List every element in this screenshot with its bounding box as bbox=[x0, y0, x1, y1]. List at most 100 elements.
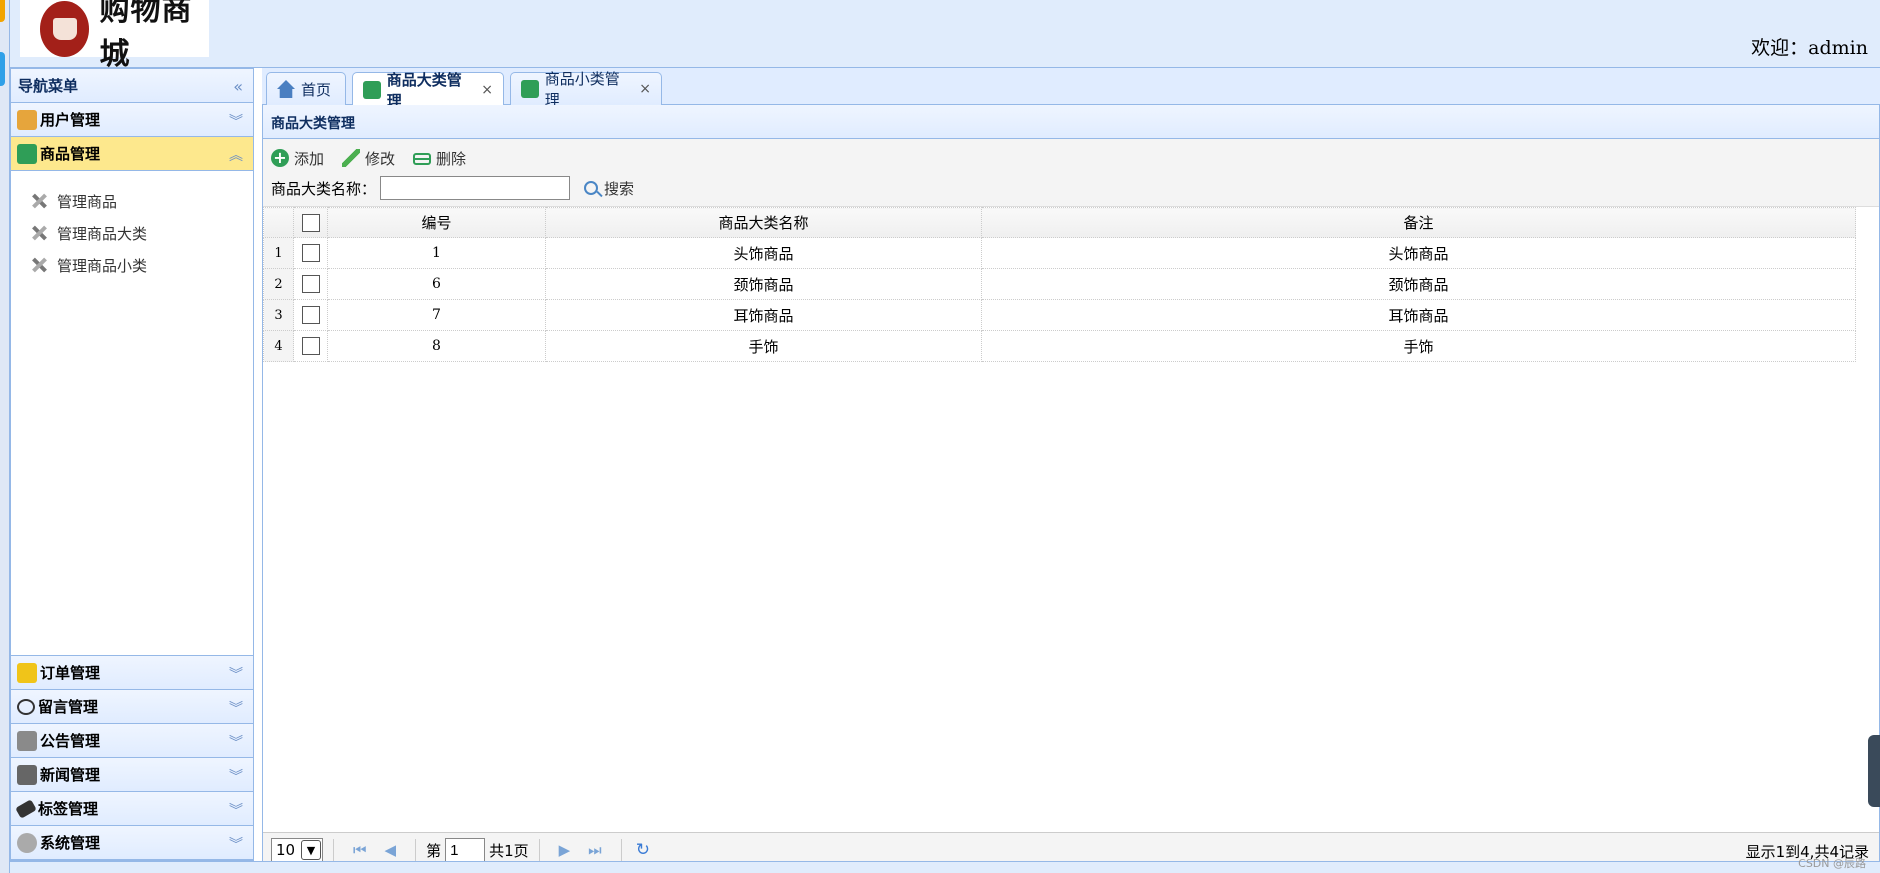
sidebar-section-tags[interactable]: 标签管理 ︾ bbox=[11, 792, 253, 826]
next-page-icon[interactable]: ▶ bbox=[559, 841, 571, 859]
add-button-label: 添加 bbox=[294, 149, 325, 168]
cell-remark: 手饰 bbox=[981, 330, 1856, 362]
page-size-value: 10 bbox=[276, 841, 296, 859]
sidebar-section-news[interactable]: 新闻管理 ︾ bbox=[11, 758, 253, 792]
left-edge-strip bbox=[0, 0, 10, 873]
expand-icon[interactable]: ︾ bbox=[229, 664, 243, 684]
delete-button[interactable]: 删除 bbox=[413, 148, 466, 169]
remove-icon bbox=[413, 153, 432, 165]
list-icon bbox=[363, 80, 381, 99]
expand-icon[interactable]: ︾ bbox=[229, 766, 243, 786]
separator bbox=[538, 839, 540, 861]
expand-icon[interactable]: ︾ bbox=[229, 800, 243, 820]
delete-button-label: 删除 bbox=[436, 149, 467, 168]
order-icon bbox=[17, 662, 37, 683]
last-page-icon[interactable]: ⏭ bbox=[588, 841, 602, 859]
add-icon: + bbox=[271, 149, 289, 167]
tab-label: 商品小类管理 bbox=[544, 70, 620, 109]
sidebar-section-notices[interactable]: 公告管理 ︾ bbox=[11, 724, 253, 758]
separator bbox=[415, 839, 417, 861]
list-icon bbox=[17, 143, 37, 164]
row-select-cell bbox=[293, 268, 328, 300]
table-row[interactable]: 1 1 头饰商品 头饰商品 bbox=[263, 237, 1856, 269]
table-row[interactable]: 4 8 手饰 手饰 bbox=[263, 330, 1856, 362]
page-prefix: 第 bbox=[426, 841, 442, 860]
watermark: CSDN @辰路 bbox=[1798, 857, 1866, 870]
select-all-checkbox[interactable] bbox=[301, 213, 320, 232]
row-number: 3 bbox=[263, 299, 294, 331]
cell-remark: 头饰商品 bbox=[981, 237, 1856, 269]
pencil-icon bbox=[342, 149, 361, 167]
edit-button[interactable]: 修改 bbox=[342, 148, 395, 169]
collapse-left-icon[interactable]: « bbox=[233, 77, 243, 96]
sidebar: 导航菜单 « 用户管理 ︾ 商品管理 ︽ 管理商品 管理商品大类 管理商品小类 … bbox=[10, 68, 254, 861]
logo: 购物商城 bbox=[20, 0, 209, 72]
sidebar-item-label: 管理商品大类 bbox=[57, 224, 148, 243]
column-header-name[interactable]: 商品大类名称 bbox=[545, 207, 982, 238]
search-input[interactable] bbox=[380, 176, 571, 200]
select-all-cell bbox=[293, 207, 328, 238]
sidebar-item-manage-products[interactable]: 管理商品 bbox=[29, 185, 253, 217]
sidebar-section-comments[interactable]: 留言管理 ︾ bbox=[11, 690, 253, 724]
row-checkbox[interactable] bbox=[301, 275, 320, 294]
sidebar-section-system[interactable]: 系统管理 ︾ bbox=[11, 826, 253, 860]
row-checkbox[interactable] bbox=[301, 337, 320, 356]
search-button[interactable]: 搜索 bbox=[584, 178, 634, 199]
gear-icon bbox=[17, 832, 37, 853]
close-icon[interactable]: × bbox=[639, 81, 651, 97]
cell-id: 6 bbox=[327, 268, 546, 300]
tab-home[interactable]: 首页 bbox=[266, 72, 346, 105]
first-page-icon[interactable]: ⏮ bbox=[353, 841, 367, 859]
tab-bar: 首页 商品大类管理 × 商品小类管理 × bbox=[262, 68, 1880, 110]
comment-icon bbox=[17, 698, 35, 715]
strip-marker bbox=[0, 52, 5, 86]
column-header-id[interactable]: 编号 bbox=[327, 207, 546, 238]
refresh-icon[interactable]: ↻ bbox=[636, 840, 650, 860]
cell-id: 8 bbox=[327, 330, 546, 362]
row-checkbox[interactable] bbox=[301, 244, 320, 263]
sidebar-section-users[interactable]: 用户管理 ︾ bbox=[11, 103, 253, 137]
tab-label: 首页 bbox=[301, 80, 332, 99]
logo-text: 购物商城 bbox=[99, 0, 193, 72]
table-row[interactable]: 3 7 耳饰商品 耳饰商品 bbox=[263, 299, 1856, 331]
data-grid: 编号 商品大类名称 备注 1 1 头饰商品 头饰商品 2 6 颈饰商品 颈饰商品… bbox=[263, 207, 1856, 362]
sidebar-item-manage-small-types[interactable]: 管理商品小类 bbox=[29, 249, 253, 281]
close-icon[interactable]: × bbox=[481, 82, 493, 98]
expand-icon[interactable]: ︾ bbox=[229, 111, 243, 131]
row-select-cell bbox=[293, 237, 328, 269]
logo-seal-icon bbox=[40, 0, 90, 57]
cell-remark: 颈饰商品 bbox=[981, 268, 1856, 300]
cell-id: 1 bbox=[327, 237, 546, 269]
column-header-remark[interactable]: 备注 bbox=[981, 207, 1856, 238]
add-button[interactable]: + 添加 bbox=[271, 148, 324, 169]
chevron-down-icon[interactable]: ▼ bbox=[301, 840, 321, 860]
page-size-select[interactable]: 10 ▼ bbox=[271, 838, 323, 862]
bottom-bar bbox=[10, 861, 1880, 873]
collapse-icon[interactable]: ︽ bbox=[229, 145, 243, 165]
sidebar-title: 导航菜单 « bbox=[11, 69, 253, 103]
tab-small-type-manage[interactable]: 商品小类管理 × bbox=[510, 70, 662, 109]
row-checkbox[interactable] bbox=[301, 306, 320, 325]
cell-name: 手饰 bbox=[545, 330, 982, 362]
sidebar-section-orders[interactable]: 订单管理 ︾ bbox=[11, 656, 253, 690]
tools-icon bbox=[29, 192, 49, 210]
side-widget[interactable] bbox=[1868, 735, 1880, 807]
section-label: 系统管理 bbox=[40, 834, 101, 852]
expand-icon[interactable]: ︾ bbox=[229, 698, 243, 718]
tab-big-type-manage[interactable]: 商品大类管理 × bbox=[352, 71, 504, 110]
grid-header-row: 编号 商品大类名称 备注 bbox=[263, 207, 1856, 238]
toolbar: + 添加 修改 删除 商品大类名称： 搜索 bbox=[263, 139, 1879, 207]
tag-icon bbox=[15, 798, 37, 819]
sidebar-item-manage-big-types[interactable]: 管理商品大类 bbox=[29, 217, 253, 249]
prev-page-icon[interactable]: ◀ bbox=[385, 841, 397, 859]
sidebar-section-products[interactable]: 商品管理 ︽ bbox=[11, 137, 253, 171]
users-icon bbox=[17, 109, 37, 130]
row-select-cell bbox=[293, 330, 328, 362]
page-number-input[interactable] bbox=[445, 838, 486, 862]
expand-icon[interactable]: ︾ bbox=[229, 732, 243, 752]
table-row[interactable]: 2 6 颈饰商品 颈饰商品 bbox=[263, 268, 1856, 300]
section-label: 留言管理 bbox=[38, 698, 99, 716]
expand-icon[interactable]: ︾ bbox=[229, 834, 243, 854]
search-icon bbox=[584, 181, 599, 195]
tools-icon bbox=[29, 256, 49, 274]
